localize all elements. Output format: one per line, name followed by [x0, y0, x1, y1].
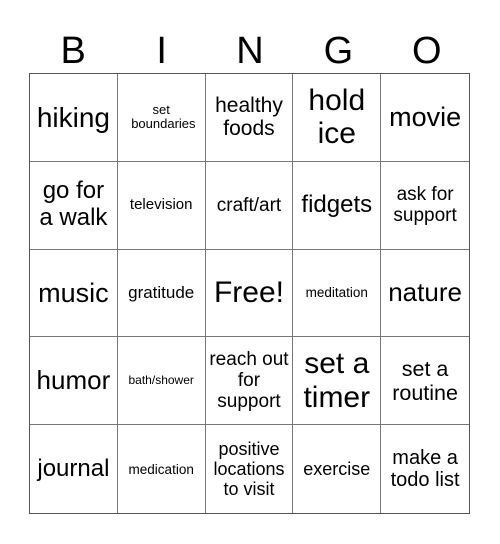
bingo-cell[interactable]: go for a walk: [30, 161, 118, 250]
bingo-cell-label: set a routine: [392, 356, 458, 405]
bingo-cell[interactable]: meditation: [293, 249, 382, 338]
bingo-cell-label: hiking: [36, 101, 110, 133]
bingo-cell-label: Free!: [213, 276, 284, 310]
bingo-cell-label: nature: [388, 277, 462, 308]
bingo-cell[interactable]: hiking: [30, 74, 118, 162]
bingo-cell-label: set a timer: [303, 347, 371, 414]
bingo-cell[interactable]: gratitude: [117, 249, 206, 338]
bingo-cell-label: ask for support: [393, 183, 457, 227]
bingo-cell[interactable]: set boundaries: [117, 74, 206, 162]
bingo-cell[interactable]: music: [30, 249, 118, 338]
bingo-cell-label: positive locations to visit: [213, 438, 285, 500]
bingo-cell[interactable]: movie: [381, 74, 469, 162]
header-letter-g: G: [323, 30, 354, 72]
bingo-cell-label: reach out for support: [209, 348, 289, 413]
bingo-cell-label: movie: [389, 102, 462, 133]
bingo-cell[interactable]: hold ice: [293, 74, 382, 162]
bingo-grid: hiking set boundaries healthy foods hold ic…: [29, 73, 470, 514]
bingo-cell-label: fidgets: [301, 190, 373, 218]
bingo-cell-label: exercise: [303, 459, 371, 480]
bingo-cell-label: craft/art: [216, 194, 282, 216]
bingo-cell-label: medication: [128, 461, 194, 477]
bingo-cell[interactable]: television: [117, 161, 206, 250]
bingo-cell[interactable]: humor: [30, 337, 118, 426]
bingo-cell-label: journal: [37, 454, 110, 482]
header-letter-o: O: [412, 30, 442, 72]
bingo-cell[interactable]: make a todo list: [381, 425, 469, 513]
bingo-cell-label: meditation: [305, 285, 368, 301]
bingo-cell-label: hold ice: [308, 83, 366, 151]
bingo-cell[interactable]: set a timer: [293, 337, 382, 426]
bingo-cell[interactable]: journal: [30, 425, 118, 513]
bingo-cell[interactable]: healthy foods: [205, 74, 294, 162]
bingo-cell-label: go for a walk: [39, 177, 108, 232]
bingo-cell-label: gratitude: [128, 283, 195, 303]
bingo-free-space[interactable]: Free!: [205, 249, 294, 338]
bingo-cell-label: bath/shower: [128, 373, 194, 388]
header-letter-n: N: [236, 30, 264, 72]
bingo-cell-label: television: [129, 195, 193, 213]
bingo-cell[interactable]: nature: [381, 250, 469, 338]
bingo-cell[interactable]: reach out for support: [205, 337, 294, 426]
bingo-cell[interactable]: fidgets: [293, 161, 382, 250]
bingo-cell-label: make a todo list: [390, 446, 460, 492]
bingo-cell-label: set boundaries: [131, 101, 196, 132]
bingo-cell[interactable]: exercise: [293, 425, 382, 513]
bingo-cell[interactable]: craft/art: [205, 161, 294, 250]
bingo-cell-label: humor: [36, 365, 111, 396]
header-letter-i: I: [156, 30, 167, 72]
bingo-cell[interactable]: ask for support: [381, 162, 469, 250]
header-letter-b: B: [60, 30, 86, 72]
bingo-cell[interactable]: positive locations to visit: [206, 425, 294, 513]
bingo-header: B I N G O: [29, 29, 471, 73]
bingo-cell[interactable]: bath/shower: [117, 337, 206, 426]
bingo-cell-label: music: [38, 277, 109, 308]
bingo-cell[interactable]: set a routine: [381, 337, 469, 426]
bingo-cell-label: healthy foods: [215, 93, 283, 141]
bingo-cell[interactable]: medication: [118, 425, 206, 513]
